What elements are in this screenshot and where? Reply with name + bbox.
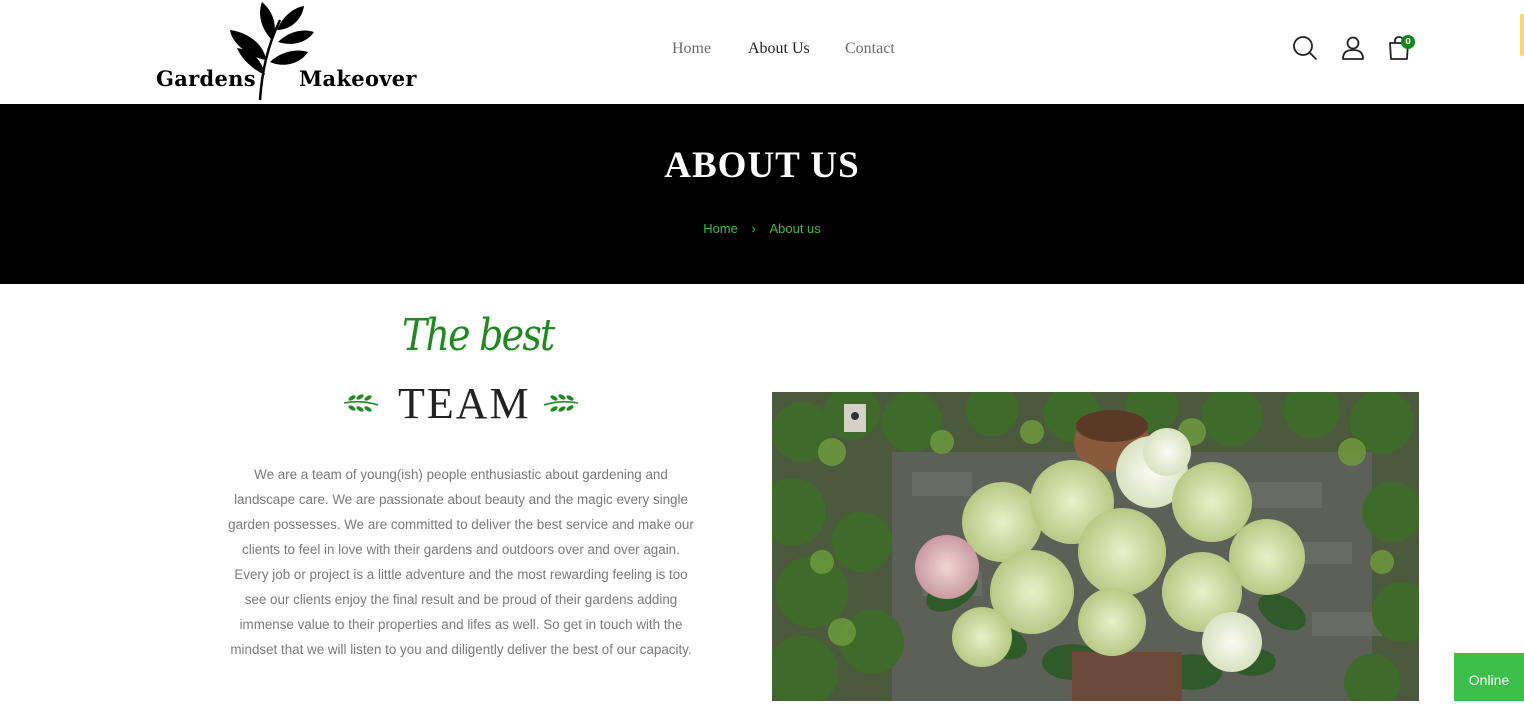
site-header: Gardens Makeover Home About Us Contact 0	[0, 0, 1524, 104]
nav-contact[interactable]: Contact	[845, 40, 895, 58]
script-heading: The best	[402, 310, 555, 361]
breadcrumb: Home › About us	[0, 221, 1524, 236]
team-heading: TEAM	[398, 379, 531, 428]
nav-home[interactable]: Home	[672, 40, 711, 58]
nav-about-us[interactable]: About Us	[748, 40, 810, 58]
breadcrumb-home-link[interactable]: Home	[703, 221, 738, 236]
side-panel-edge[interactable]	[1520, 14, 1524, 56]
left-sprig-icon	[343, 394, 379, 412]
search-icon[interactable]	[1291, 34, 1319, 62]
breadcrumb-separator: ›	[751, 221, 756, 236]
right-sprig-icon	[543, 394, 579, 412]
page-title: ABOUT US	[664, 145, 860, 186]
logo-text-left: Gardens	[156, 66, 256, 91]
user-icon[interactable]	[1339, 34, 1367, 62]
team-heading-row: TEAM	[340, 378, 580, 430]
online-chat-button[interactable]: Online	[1454, 653, 1524, 701]
about-paragraph: We are a team of young(ish) people enthu…	[228, 467, 694, 657]
site-logo[interactable]: Gardens Makeover	[152, 0, 417, 102]
logo-text-right: Makeover	[299, 66, 417, 91]
hydrangea-photo-illustration	[772, 392, 1419, 701]
page-banner: ABOUT US Home › About us	[0, 104, 1524, 284]
team-photo	[772, 392, 1419, 701]
cart-count-badge: 0	[1401, 35, 1415, 49]
breadcrumb-current: About us	[769, 221, 821, 236]
